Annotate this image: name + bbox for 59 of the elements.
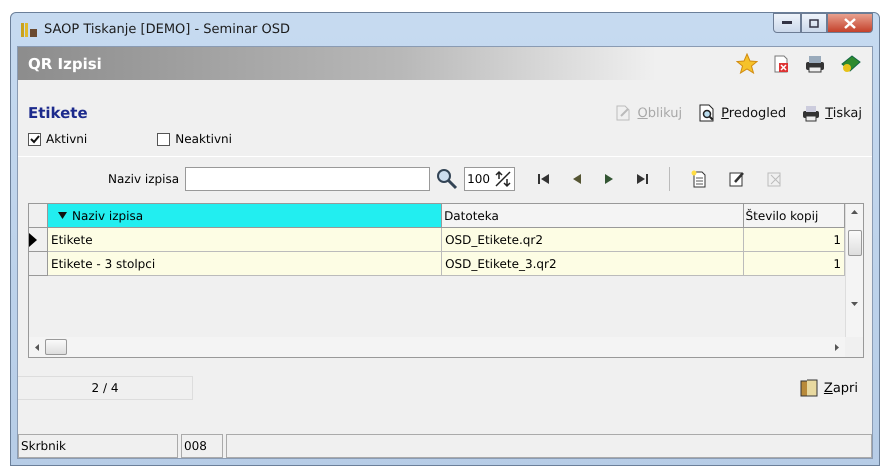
edit-document-icon [728, 170, 746, 188]
scroll-left-icon [35, 344, 39, 350]
next-record-icon [602, 172, 615, 186]
search-icon [436, 168, 458, 190]
limit-spinner[interactable]: 100 [464, 167, 515, 191]
table-cell: Etikete - 3 stolpci [48, 252, 442, 276]
header-title: QR Izpisi [28, 54, 102, 72]
horizontal-scrollbar[interactable] [29, 337, 845, 357]
minimize-button[interactable] [773, 13, 801, 33]
status-user: Skrbnik [18, 434, 178, 458]
scroll-down-icon [851, 302, 858, 306]
record-counter: 2 / 4 [18, 376, 193, 400]
scroll-right-icon [835, 344, 839, 350]
previous-record-icon [570, 172, 583, 186]
first-record-icon [536, 172, 551, 186]
vertical-scrollbar[interactable] [845, 204, 863, 337]
minimize-icon [782, 21, 792, 25]
close-form-button[interactable]: Zapri [798, 378, 858, 398]
checkbox[interactable] [157, 132, 170, 146]
last-record-icon [634, 172, 649, 186]
filter-checkbox[interactable]: Aktivni [28, 132, 88, 146]
new-document-icon [690, 170, 708, 188]
search-field[interactable] [185, 167, 430, 191]
scroll-thumb[interactable] [45, 339, 67, 355]
table-cell: Etikete [48, 228, 442, 252]
star-icon [736, 52, 758, 74]
maximize-icon [809, 18, 819, 28]
search-label: Naziv izpisa [108, 172, 180, 186]
checkmark-icon [30, 134, 40, 144]
table-cell: 1 [744, 252, 845, 276]
close-icon [844, 18, 856, 28]
delete-document-icon [772, 54, 790, 72]
row-indicator[interactable] [29, 228, 48, 252]
table-cell: OSD_Etikete_3.qr2 [442, 252, 744, 276]
printer-icon [804, 54, 826, 74]
print-button[interactable]: Tiskaj [802, 104, 862, 122]
printer-icon [802, 104, 820, 122]
table-cell: 1 [744, 228, 845, 252]
sort-arrow-icon [58, 212, 67, 219]
close-button[interactable] [827, 13, 873, 33]
app-icon [20, 20, 38, 38]
table-cell: OSD_Etikete.qr2 [442, 228, 744, 252]
maximize-button[interactable] [801, 13, 827, 33]
window-title: SAOP Tiskanje [DEMO] - Seminar OSD [44, 22, 290, 37]
scroll-up-icon [851, 210, 858, 214]
section-title: Etikete [28, 104, 88, 122]
current-row-icon [29, 232, 37, 246]
column-header[interactable]: Naziv izpisa [48, 204, 442, 228]
magnifier-page-icon [698, 104, 716, 122]
door-exit-icon [798, 378, 819, 398]
preview-button[interactable]: Predogled [698, 104, 786, 122]
checkbox[interactable] [28, 132, 41, 146]
up-down-arrows-icon [494, 170, 512, 188]
scroll-thumb[interactable] [848, 230, 862, 256]
column-header[interactable]: Datoteka [442, 204, 744, 228]
pencil-page-icon [614, 104, 632, 122]
status-code: 008 [181, 434, 223, 458]
column-header[interactable]: Število kopij [744, 204, 845, 228]
filter-checkbox[interactable]: Neaktivni [157, 132, 232, 146]
